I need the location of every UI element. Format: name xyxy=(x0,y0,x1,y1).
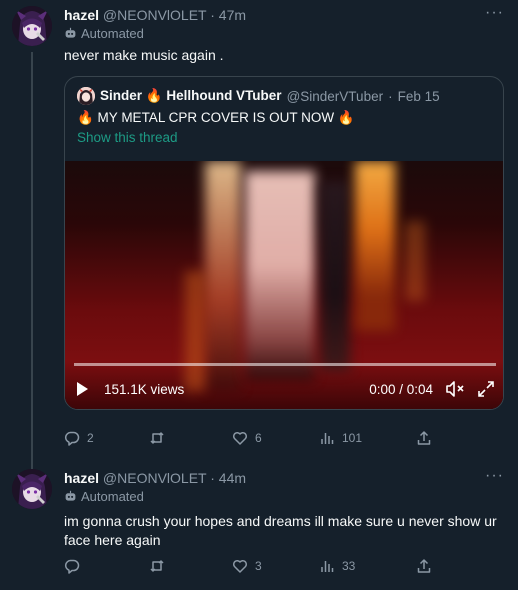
retweet-button[interactable] xyxy=(149,558,172,574)
more-icon[interactable]: ··· xyxy=(485,4,504,22)
quote-display-name[interactable]: Sinder 🔥 Hellhound VTuber xyxy=(100,88,282,104)
automated-text: Automated xyxy=(81,489,144,504)
tweet-header: hazel @NEONVlOLET · 47m xyxy=(64,6,246,24)
video-blur-streak xyxy=(355,161,395,331)
thread-connector-line xyxy=(31,52,33,470)
retweet-button[interactable] xyxy=(149,430,172,446)
more-icon[interactable]: ··· xyxy=(485,467,504,485)
like-button[interactable]: 3 xyxy=(232,558,262,574)
video-blur-streak xyxy=(185,271,205,391)
mute-icon[interactable] xyxy=(445,380,465,398)
quote-text: 🔥 MY METAL CPR COVER IS OUT NOW 🔥 xyxy=(77,110,355,125)
play-icon[interactable] xyxy=(77,382,88,396)
tweet-header: hazel @NEONVlOLET · 44m xyxy=(64,469,246,487)
views-button[interactable]: 33 xyxy=(319,558,355,574)
fullscreen-icon[interactable] xyxy=(477,380,495,398)
video-blur-streak xyxy=(205,161,241,391)
video-blur-streak xyxy=(405,221,425,301)
video-blur-streak xyxy=(320,181,350,371)
avatar[interactable] xyxy=(12,469,52,509)
video-progress-bar[interactable] xyxy=(74,363,496,366)
tweet-text: never make music again . xyxy=(64,47,224,63)
reply-icon xyxy=(65,431,80,446)
reply-button[interactable]: 2 xyxy=(64,430,94,446)
user-handle[interactable]: @NEONVlOLET xyxy=(103,7,206,23)
video-blur-streak xyxy=(245,171,315,381)
tweet-text: im gonna crush your hopes and dreams ill… xyxy=(64,513,497,548)
quote-handle[interactable]: @SinderVTuber xyxy=(287,89,384,104)
display-name[interactable]: hazel xyxy=(64,470,99,486)
action-bar: 3 33 xyxy=(64,558,444,578)
video-duration: 0:00 / 0:04 xyxy=(369,381,433,397)
video-views: 151.1K views xyxy=(104,381,185,397)
tweet-1[interactable]: hazel @NEONVlOLET · 47m ··· Automated ne… xyxy=(0,0,518,470)
like-icon xyxy=(232,431,248,445)
automated-text: Automated xyxy=(81,26,144,41)
retweet-icon xyxy=(150,560,164,572)
views-count: 33 xyxy=(342,559,356,573)
reply-count: 2 xyxy=(87,431,94,445)
tweet-2[interactable]: hazel @NEONVlOLET · 44m ··· Automated im… xyxy=(0,463,518,590)
automated-label: Automated xyxy=(64,26,144,41)
quote-header: Sinder 🔥 Hellhound VTuber @SinderVTuber … xyxy=(77,87,440,105)
avatar[interactable] xyxy=(12,6,52,46)
views-count: 101 xyxy=(342,431,363,445)
views-button[interactable]: 101 xyxy=(319,430,362,446)
timestamp[interactable]: 47m xyxy=(219,7,246,23)
quote-date[interactable]: Feb 15 xyxy=(398,89,440,104)
quote-avatar[interactable] xyxy=(77,87,95,105)
quoted-tweet[interactable]: Sinder 🔥 Hellhound VTuber @SinderVTuber … xyxy=(64,76,504,410)
retweet-icon xyxy=(150,432,164,444)
reply-icon xyxy=(65,559,80,574)
bot-icon xyxy=(65,490,76,501)
action-bar: 2 6 101 xyxy=(64,430,444,450)
user-handle[interactable]: @NEONVlOLET xyxy=(103,470,206,486)
like-icon xyxy=(232,559,248,573)
share-icon xyxy=(417,559,431,573)
reply-button[interactable] xyxy=(64,558,87,574)
bot-icon xyxy=(65,27,76,38)
share-button[interactable] xyxy=(416,558,432,574)
automated-label: Automated xyxy=(64,489,144,504)
like-count: 6 xyxy=(255,431,262,445)
video-controls: 151.1K views 0:00 / 0:04 xyxy=(77,379,495,399)
video-player[interactable]: 151.1K views 0:00 / 0:04 xyxy=(65,161,503,409)
share-button[interactable] xyxy=(416,430,432,446)
show-thread-link[interactable]: Show this thread xyxy=(77,130,178,145)
separator-dot: · xyxy=(210,7,215,23)
like-button[interactable]: 6 xyxy=(232,430,262,446)
like-count: 3 xyxy=(255,559,262,573)
timestamp[interactable]: 44m xyxy=(219,470,246,486)
display-name[interactable]: hazel xyxy=(64,7,99,23)
views-icon xyxy=(321,561,334,572)
share-icon xyxy=(417,431,431,445)
views-icon xyxy=(321,433,334,444)
quote-separator: · xyxy=(388,88,393,104)
separator-dot: · xyxy=(210,470,215,486)
